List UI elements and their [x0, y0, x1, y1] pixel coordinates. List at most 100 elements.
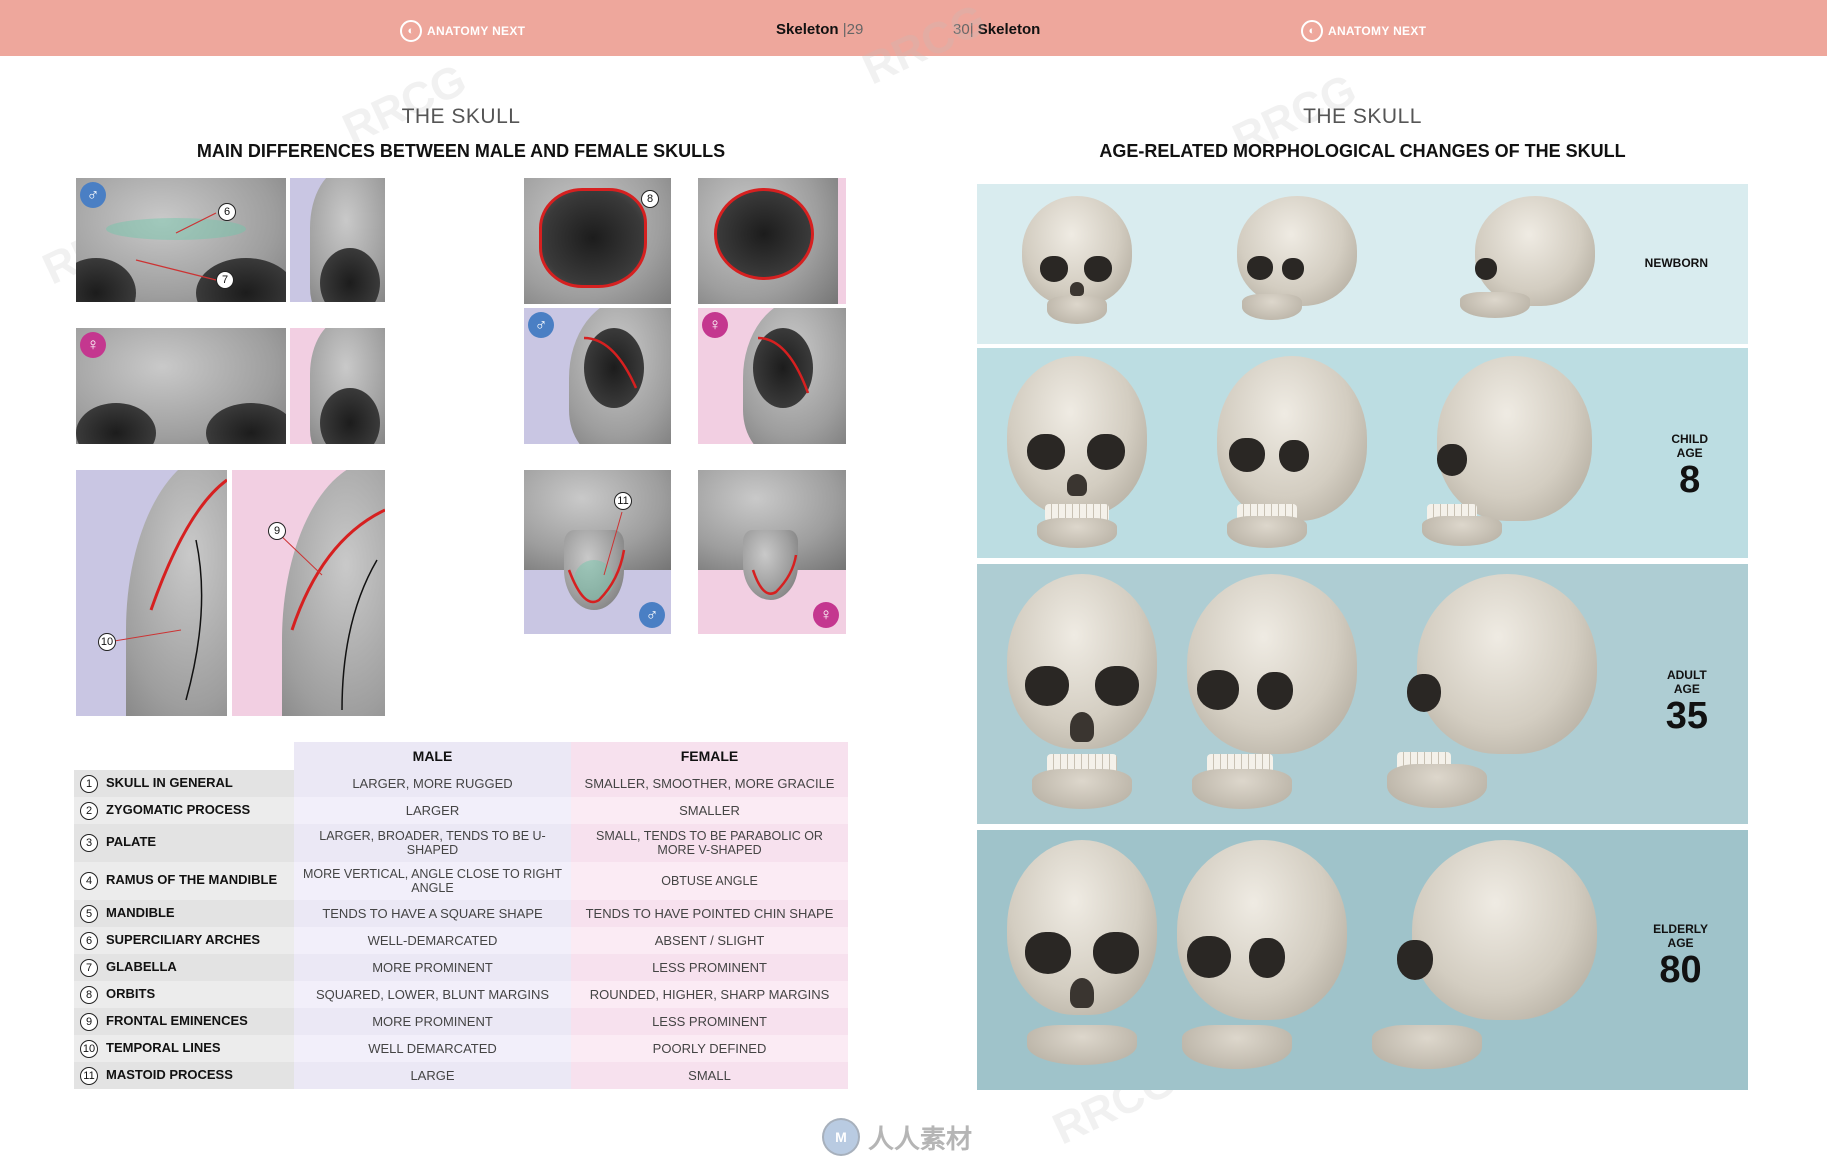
- male-cell: LARGER: [294, 797, 571, 824]
- frontal-outline-female: [276, 508, 385, 711]
- table-row: 7 GLABELLA MORE PROMINENT LESS PROMINENT: [74, 954, 848, 981]
- band-child: CHILD AGE 8: [977, 348, 1748, 558]
- feature-cell: 1 SKULL IN GENERAL: [74, 770, 294, 797]
- feature-cell: 8 ORBITS: [74, 981, 294, 1008]
- female-profile-figure: ♀: [698, 308, 846, 444]
- female-cell: SMALLER: [571, 797, 848, 824]
- female-cell: SMALL, TENDS TO BE PARABOLIC OR MORE V-S…: [571, 824, 848, 862]
- left-page-title: THE SKULL: [401, 105, 521, 128]
- table-row: 1 SKULL IN GENERAL LARGER, MORE RUGGED SMAL…: [74, 770, 848, 797]
- right-page-title: THE SKULL: [1303, 105, 1422, 128]
- child-skull-side: [1417, 356, 1592, 551]
- callout-11: 11: [614, 492, 632, 510]
- table-row: 11 MASTOID PROCESS LARGE SMALL: [74, 1062, 848, 1089]
- table-header-blank: [74, 742, 294, 770]
- feature-cell: 7 GLABELLA: [74, 954, 294, 981]
- female-cell: ROUNDED, HIGHER, SHARP MARGINS: [571, 981, 848, 1008]
- table-header-male: MALE: [294, 742, 571, 770]
- male-cell: LARGER, BROADER, TENDS TO BE U-SHAPED: [294, 824, 571, 862]
- newborn-skull-side: [1455, 196, 1595, 326]
- table-row: 3 PALATE LARGER, BROADER, TENDS TO BE U-SH…: [74, 824, 848, 862]
- feature-number: 1: [80, 774, 98, 793]
- male-cell: WELL-DEMARCATED: [294, 927, 571, 954]
- feature-name: ZYGOMATIC PROCESS: [106, 801, 251, 817]
- male-symbol-icon: ♂: [639, 602, 665, 628]
- female-cell: LESS PROMINENT: [571, 954, 848, 981]
- feature-cell: 4 RAMUS OF THE MANDIBLE: [74, 862, 294, 900]
- band-newborn: NEWBORN: [977, 184, 1748, 344]
- feature-number: 2: [80, 801, 98, 820]
- male-cell: WELL DEMARCATED: [294, 1035, 571, 1062]
- feature-name: ORBITS: [106, 985, 156, 1001]
- male-symbol-icon: ♂: [528, 312, 554, 338]
- callout-10: 10: [98, 633, 116, 651]
- male-mastoid-figure: 11 ♂: [524, 470, 671, 634]
- feature-cell: 5 MANDIBLE: [74, 900, 294, 927]
- newborn-skull-front: [1022, 196, 1132, 326]
- feature-number: 10: [80, 1039, 98, 1058]
- adult-skull-front: [1007, 574, 1157, 814]
- callout-leader-lines: [135, 212, 217, 281]
- page-header: ◐ ANATOMY NEXT Skeleton |29 30| Skeleton…: [0, 0, 1827, 56]
- female-brow-figure: ♀: [76, 328, 286, 444]
- callout-9: 9: [268, 522, 286, 540]
- table-body: 1 SKULL IN GENERAL LARGER, MORE RUGGED SMAL…: [74, 770, 848, 1089]
- feature-cell: 9 FRONTAL EMINENCES: [74, 1008, 294, 1035]
- female-cell: SMALLER, SMOOTHER, MORE GRACILE: [571, 770, 848, 797]
- male-brow-figure: ♂ 6 7: [76, 178, 286, 302]
- site-logo-icon: M: [822, 1118, 860, 1156]
- brand-right-text: ANATOMY NEXT: [1328, 24, 1427, 38]
- feature-cell: 11 MASTOID PROCESS: [74, 1062, 294, 1089]
- male-cell: LARGER, MORE RUGGED: [294, 770, 571, 797]
- band-adult: ADULT AGE 35: [977, 564, 1748, 824]
- female-symbol-icon: ♀: [813, 602, 839, 628]
- feature-number: 7: [80, 958, 98, 977]
- feature-number: 4: [80, 872, 98, 890]
- elderly-skull-side: [1372, 840, 1597, 1080]
- feature-name: PALATE: [106, 834, 157, 849]
- age-label-adult: ADULT AGE 35: [1665, 668, 1708, 737]
- female-symbol-icon: ♀: [80, 332, 106, 358]
- brand-logo-icon: ◐: [1301, 20, 1323, 42]
- callout-8: 8: [641, 190, 659, 208]
- right-page-subtitle: AGE-RELATED MORPHOLOGICAL CHANGES OF THE…: [1099, 141, 1626, 161]
- child-skull-three-quarter: [1207, 356, 1367, 551]
- feature-name: RAMUS OF THE MANDIBLE: [106, 872, 278, 887]
- elderly-skull-front: [1007, 840, 1157, 1080]
- feature-name: GLABELLA: [106, 958, 177, 974]
- table-row: 2 ZYGOMATIC PROCESS LARGER SMALLER: [74, 797, 848, 824]
- female-cell: SMALL: [571, 1062, 848, 1089]
- table-header-row: MALE FEMALE: [74, 742, 848, 770]
- male-cell: SQUARED, LOWER, BLUNT MARGINS: [294, 981, 571, 1008]
- callout-6: 6: [218, 203, 236, 221]
- feature-number: 8: [80, 985, 98, 1004]
- female-orbit-figure: [698, 178, 846, 304]
- age-label-elderly: ELDERLY AGE 80: [1653, 922, 1708, 991]
- male-profile-figure: ♂: [524, 308, 671, 444]
- male-cell: TENDS TO HAVE A SQUARE SHAPE: [294, 900, 571, 927]
- feature-number: 5: [80, 904, 98, 923]
- male-symbol-icon: ♂: [80, 182, 106, 208]
- female-cell: LESS PROMINENT: [571, 1008, 848, 1035]
- feature-cell: 10 TEMPORAL LINES: [74, 1035, 294, 1062]
- table-row: 9 FRONTAL EMINENCES MORE PROMINENT LESS PRO…: [74, 1008, 848, 1035]
- footer-logo-text: 人人素材: [868, 1123, 973, 1154]
- male-cell: MORE PROMINENT: [294, 954, 571, 981]
- age-label-newborn: NEWBORN: [1644, 256, 1708, 270]
- feature-name: MASTOID PROCESS: [106, 1066, 233, 1082]
- female-symbol-icon: ♀: [702, 312, 728, 338]
- feature-name: FRONTAL EMINENCES: [106, 1012, 248, 1028]
- feature-name: TEMPORAL LINES: [106, 1039, 221, 1055]
- band-elderly: ELDERLY AGE 80: [977, 830, 1748, 1090]
- table-row: 4 RAMUS OF THE MANDIBLE MORE VERTICAL, ANG…: [74, 862, 848, 900]
- left-page-subtitle: MAIN DIFFERENCES BETWEEN MALE AND FEMALE…: [196, 141, 726, 161]
- feature-name: MANDIBLE: [106, 904, 175, 920]
- brand-left: ◐ ANATOMY NEXT: [400, 20, 525, 42]
- adult-skull-side: [1387, 574, 1597, 814]
- feature-cell: 2 ZYGOMATIC PROCESS: [74, 797, 294, 824]
- footer-watermark-logo: M 人人素材: [822, 1118, 972, 1156]
- female-frontal-figure: 9: [232, 470, 385, 716]
- male-frontal-figure: 10: [76, 470, 227, 716]
- brand-logo-icon: ◐: [400, 20, 422, 42]
- male-female-differences-table: MALE FEMALE 1 SKULL IN GENERAL LARGER, MOR…: [74, 742, 848, 1089]
